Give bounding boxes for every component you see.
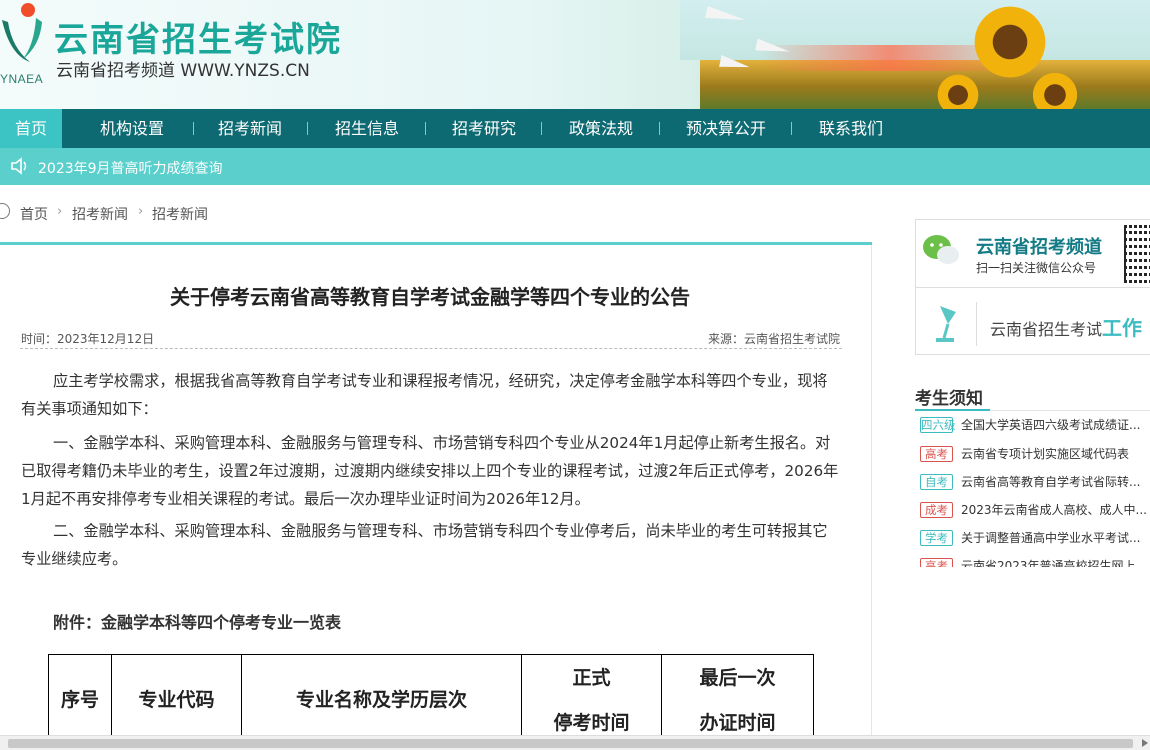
table-header-line: 最后一次 — [699, 666, 776, 689]
nav-separator — [307, 122, 308, 135]
logo-icon — [2, 3, 42, 62]
table-header-cell: 最后一次 办证时间 — [661, 654, 814, 747]
wechat-icon — [923, 235, 959, 264]
notes-heading: 考生须知 — [915, 389, 983, 409]
note-tag: 自考 — [920, 473, 953, 490]
article-paragraph: 二、金融学本科、采购管理本科、金融服务与管理专科、市场营销专科四个专业停考后，尚… — [21, 522, 828, 568]
home-icon — [0, 203, 10, 219]
nav-item-home[interactable]: 首页 — [0, 109, 62, 148]
note-text: 全国大学英语四六级考试成绩证... — [961, 418, 1141, 432]
nav-item-enrollment-info[interactable]: 招生信息 — [317, 109, 417, 148]
chevron-right-icon: › — [57, 204, 63, 219]
article-time: 时间：2023年12月12日 — [21, 332, 155, 346]
sunflower-icon — [970, 2, 1050, 82]
table-header-row: 序号 专业代码 专业名称及学历层次 正式 停考时间 最后一次 办证时间 — [48, 654, 814, 747]
horizontal-scrollbar[interactable] — [0, 735, 1150, 750]
table-header-line: 正式 — [572, 666, 611, 689]
note-tag: 四六级 — [920, 417, 956, 433]
notes-list: 四六级 全国大学英语四六级考试成绩证... 高考 云南省专项计划实施区域代码表 自考… — [915, 417, 1150, 567]
breadcrumb-current[interactable]: 招考新闻 — [152, 204, 208, 224]
list-item[interactable]: 自考 云南省高等教育自学考试省际转... — [920, 473, 1150, 493]
wechat-title: 云南省招考频道 — [976, 237, 1102, 258]
article-source: 来源：云南省招生考试院 — [707, 332, 840, 346]
article-paragraph: 应主考学校需求，根据我省高等教育自学考试专业和课程报考情况，经研究，决定停考金融… — [21, 372, 828, 418]
nav-item-research[interactable]: 招考研究 — [434, 109, 534, 148]
work-link[interactable]: 云南省招生考试工作 — [990, 312, 1142, 341]
site-subtitle: 云南省招考频道 WWW.YNZS.CN — [56, 61, 310, 81]
breadcrumb-home[interactable]: 首页 — [20, 204, 48, 224]
nav-item-news[interactable]: 招考新闻 — [200, 109, 300, 148]
nav-separator — [193, 122, 194, 135]
note-text: 云南省高等教育自学考试省际转... — [961, 475, 1141, 489]
nav-separator — [541, 122, 542, 135]
wechat-subtitle: 扫一扫关注微信公众号 — [976, 261, 1097, 275]
scroll-right-icon[interactable] — [1142, 739, 1148, 747]
table-header-cell: 专业代码 — [111, 654, 242, 747]
work-label-emphasis: 工作 — [1102, 316, 1143, 340]
note-text: 云南省专项计划实施区域代码表 — [961, 447, 1130, 461]
nav-separator — [425, 122, 426, 135]
main-nav: 首页 机构设置 招考新闻 招生信息 招考研究 政策法规 预决算公开 联系我们 — [0, 109, 1150, 148]
note-text: 2023年云南省成人高校、成人中... — [961, 503, 1147, 517]
list-item[interactable]: 高考 云南省专项计划实施区域代码表 — [920, 445, 1150, 465]
site-title[interactable]: 云南省招生考试院 — [54, 12, 342, 61]
header-banner: YNAEA 云南省招生考试院 云南省招考频道 WWW.YNZS.CN — [0, 0, 1150, 109]
list-item[interactable]: 四六级 全国大学英语四六级考试成绩证... — [920, 417, 1150, 436]
speaker-icon — [11, 157, 27, 175]
work-label-text: 云南省招生考试 — [990, 320, 1103, 339]
wechat-card[interactable]: 云南省招考频道 扫一扫关注微信公众号 云南省招生考试工作 — [915, 219, 1150, 355]
notes-heading-underline — [915, 409, 990, 411]
closed-majors-table: 序号 专业代码 专业名称及学历层次 正式 停考时间 最后一次 办证时间 — [48, 654, 814, 747]
meta-divider — [20, 348, 842, 349]
article-paragraph: 一、金融学本科、采购管理本科、金融服务与管理专科、市场营销专科四个专业从2024… — [21, 434, 839, 508]
list-item[interactable]: 高考 云南省2023年普通高校招生网上... — [920, 557, 1150, 567]
note-tag: 学考 — [920, 529, 953, 546]
note-text: 云南省2023年普通高校招生网上... — [961, 559, 1147, 567]
article: 关于停考云南省高等教育自学考试金融学等四个专业的公告 时间：2023年12月12… — [0, 245, 872, 750]
breadcrumb-news[interactable]: 招考新闻 — [72, 204, 128, 224]
notice-bar: 2023年9月普高听力成绩查询 — [0, 148, 1150, 185]
list-item[interactable]: 成考 2023年云南省成人高校、成人中... — [920, 501, 1150, 521]
nav-item-policies[interactable]: 政策法规 — [551, 109, 651, 148]
lamp-icon — [936, 306, 956, 342]
list-item[interactable]: 学考 关于调整普通高中学业水平考试... — [920, 529, 1150, 549]
table-header-cell: 正式 停考时间 — [521, 654, 662, 747]
qr-code-pattern — [1126, 228, 1150, 280]
note-tag: 成考 — [920, 501, 953, 518]
article-title: 关于停考云南省高等教育自学考试金融学等四个专业的公告 — [170, 285, 690, 309]
nav-separator — [791, 122, 792, 135]
note-text: 关于调整普通高中学业水平考试... — [961, 531, 1141, 545]
attachment-title: 附件：金融学本科等四个停考专业一览表 — [53, 613, 342, 632]
table-header-cell: 序号 — [48, 654, 112, 747]
nav-item-contact[interactable]: 联系我们 — [801, 109, 901, 148]
logo-abbreviation: YNAEA — [0, 72, 44, 86]
note-tag: 高考 — [920, 445, 953, 462]
wechat-card-top: 云南省招考频道 扫一扫关注微信公众号 — [916, 220, 1150, 288]
card-divider — [976, 302, 977, 346]
notice-text[interactable]: 2023年9月普高听力成绩查询 — [38, 158, 223, 178]
chevron-right-icon: › — [138, 204, 144, 219]
table-header-cell: 专业名称及学历层次 — [241, 654, 522, 747]
scrollbar-thumb[interactable] — [8, 739, 1133, 748]
nav-item-budget[interactable]: 预决算公开 — [668, 109, 784, 148]
nav-separator — [659, 122, 660, 135]
note-tag: 高考 — [920, 557, 953, 567]
nav-item-organization[interactable]: 机构设置 — [82, 109, 182, 148]
